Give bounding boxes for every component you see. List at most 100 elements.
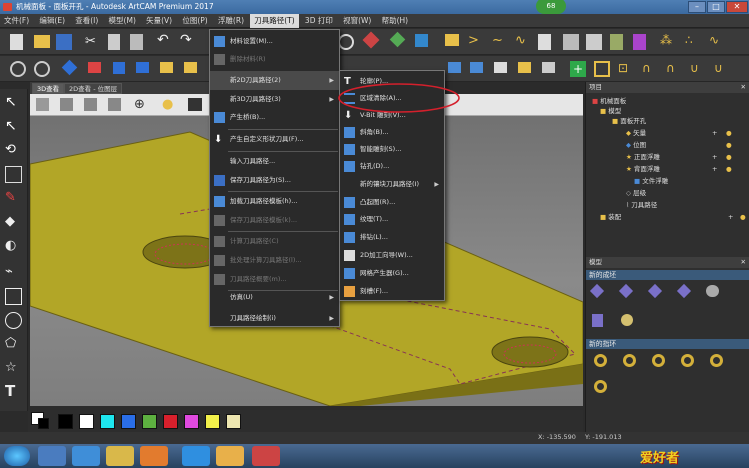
close-button[interactable]: ✕ bbox=[726, 1, 748, 13]
taskbar-media-icon[interactable] bbox=[140, 446, 168, 466]
start-button[interactable] bbox=[4, 446, 30, 466]
maximize-button[interactable]: □ bbox=[707, 1, 725, 13]
tree-item-assembly[interactable]: ■ 装配 + ● bbox=[600, 212, 746, 222]
menu-item-save-toolpath-as[interactable]: 保存刀具路径为(S)... bbox=[210, 171, 339, 190]
taskbar-browser-icon[interactable] bbox=[72, 446, 100, 466]
menu-item-new-2d-toolpath[interactable]: 新2D刀具路径(2) ▶ bbox=[210, 71, 339, 90]
redo-icon[interactable]: ↷ bbox=[180, 32, 196, 48]
taskbar-folder-icon[interactable] bbox=[106, 446, 134, 466]
undo-icon[interactable]: ↶ bbox=[157, 32, 173, 48]
palette-swatch-blue[interactable] bbox=[121, 414, 136, 429]
tree-item-file-relief[interactable]: ■ 文件浮雕 bbox=[634, 176, 668, 186]
submenu-item-line-drilling[interactable]: 排钻(L)... bbox=[340, 228, 444, 247]
ring-2-icon[interactable] bbox=[623, 354, 636, 367]
select-arrow-icon[interactable]: ↖ bbox=[5, 94, 22, 111]
tree-item-front-relief[interactable]: ★ 正面浮雕 + ● bbox=[626, 152, 732, 162]
blank-shape-3-icon[interactable] bbox=[647, 283, 663, 299]
palette-swatch-cream[interactable] bbox=[226, 414, 241, 429]
relief-tool2-icon[interactable] bbox=[470, 62, 483, 73]
relief-shape-icon[interactable] bbox=[184, 62, 197, 73]
taskbar-app-5[interactable] bbox=[182, 446, 210, 466]
view-front-icon[interactable] bbox=[60, 98, 73, 111]
tree-item-bitmaps[interactable]: ◆ 位图 ● bbox=[626, 140, 732, 150]
palette-swatch-yellow[interactable] bbox=[205, 414, 220, 429]
menu-item-load-template[interactable]: 加载刀具路径模板(h)... bbox=[210, 192, 339, 211]
taskbar-app-1[interactable] bbox=[38, 446, 66, 466]
relief-tool-icon[interactable] bbox=[448, 62, 461, 73]
bulb-icon[interactable]: ● bbox=[726, 164, 732, 174]
relief-tool5-icon[interactable] bbox=[542, 62, 555, 73]
add-icon[interactable]: + bbox=[712, 164, 717, 174]
palette-swatch-green[interactable] bbox=[142, 414, 157, 429]
notification-badge[interactable]: 68 bbox=[536, 0, 566, 14]
ring-5-icon[interactable] bbox=[710, 354, 723, 367]
submenu-item-nesting[interactable]: 网格产生器(G)... bbox=[340, 264, 444, 283]
node-icon[interactable]: ∿ bbox=[515, 33, 531, 49]
relief-layer-icon[interactable] bbox=[633, 34, 646, 50]
tree-item-layers[interactable]: ◇ 层级 bbox=[626, 188, 646, 198]
copy-icon[interactable] bbox=[108, 34, 120, 50]
layer-icon[interactable] bbox=[415, 34, 428, 47]
relief-tool4-icon[interactable] bbox=[518, 62, 531, 73]
bulb-icon[interactable]: ● bbox=[740, 212, 746, 222]
tab-3d-view[interactable]: 3D查看 bbox=[32, 83, 65, 94]
grid-icon[interactable] bbox=[563, 34, 579, 50]
blank-shape-5-icon[interactable] bbox=[592, 314, 603, 327]
blank-cylinder-icon[interactable] bbox=[706, 285, 719, 297]
paste-icon[interactable] bbox=[130, 34, 143, 50]
menu-view[interactable]: 查看(I) bbox=[71, 14, 102, 28]
blank-shape-1-icon[interactable] bbox=[589, 283, 605, 299]
add-icon[interactable]: + bbox=[728, 212, 733, 222]
star-icon[interactable]: ☆ bbox=[5, 360, 22, 377]
menu-item-material-setup[interactable]: 材料设置(M)... bbox=[210, 32, 339, 51]
tree-item-panel-holes[interactable]: ■ 面板开孔 bbox=[612, 116, 646, 126]
pencil-icon[interactable]: ✎ bbox=[5, 190, 22, 207]
bulb-icon[interactable]: ● bbox=[726, 152, 732, 162]
curve-icon[interactable]: ~ bbox=[492, 33, 508, 49]
pause-icon[interactable] bbox=[338, 34, 354, 50]
arch-icon[interactable]: ∩ bbox=[642, 61, 658, 77]
relief-smooth-icon[interactable] bbox=[136, 62, 149, 73]
rectangle-icon[interactable] bbox=[5, 288, 22, 305]
cup-icon[interactable]: ∪ bbox=[690, 61, 706, 77]
arch2-icon[interactable]: ∩ bbox=[666, 61, 682, 77]
tab-2d-view[interactable]: 2D查看 - 位图层 bbox=[64, 83, 123, 94]
circle-icon[interactable] bbox=[5, 312, 22, 329]
light-bulb-icon[interactable]: ● bbox=[162, 97, 178, 113]
gear-icon[interactable] bbox=[34, 61, 50, 77]
menu-help[interactable]: 帮助(H) bbox=[378, 14, 413, 28]
submenu-item-2d-wizard[interactable]: 2D加工向导(W)... bbox=[340, 246, 444, 265]
panel-close-icon[interactable]: ✕ bbox=[741, 82, 746, 93]
zoom-icon[interactable]: ⊕ bbox=[134, 97, 150, 113]
blank-shape-4-icon[interactable] bbox=[676, 283, 692, 299]
ring-3-icon[interactable] bbox=[652, 354, 665, 367]
relief-merge-icon[interactable] bbox=[113, 62, 125, 74]
add-icon[interactable]: + bbox=[712, 152, 717, 162]
taskbar-app-7[interactable] bbox=[252, 446, 280, 466]
bulb-icon[interactable]: ● bbox=[726, 140, 732, 150]
menu-vector[interactable]: 矢量(V) bbox=[142, 14, 176, 28]
taskbar-artcam-icon[interactable] bbox=[216, 446, 244, 466]
menu-item-toolpath-drawing[interactable]: 刀具路径绘制(i) ▶ bbox=[210, 309, 339, 328]
menu-3d-print[interactable]: 3D 打印 bbox=[301, 14, 337, 28]
menu-item-simulation[interactable]: 仿真(U) ▶ bbox=[210, 288, 339, 307]
relief-texture-icon[interactable] bbox=[160, 62, 173, 73]
minimize-button[interactable]: – bbox=[688, 1, 706, 13]
menu-item-create-form-tool[interactable]: ⬇ 产生自定义形状刀具(F)... bbox=[210, 130, 339, 149]
polyline-icon[interactable]: ⌁ bbox=[5, 264, 22, 281]
ring-1-icon[interactable] bbox=[594, 354, 607, 367]
tree-item-back-relief[interactable]: ★ 背面浮雕 + ● bbox=[626, 164, 732, 174]
folder-tool-icon[interactable] bbox=[445, 34, 459, 46]
scale-icon[interactable]: ⊡ bbox=[618, 61, 634, 77]
menu-window[interactable]: 视窗(W) bbox=[339, 14, 375, 28]
bulb-icon[interactable]: ● bbox=[726, 128, 732, 138]
cut-icon[interactable]: ✂ bbox=[85, 34, 101, 50]
text-icon[interactable]: T bbox=[5, 382, 22, 400]
group-nodes-icon[interactable]: ⁂ bbox=[660, 33, 676, 49]
eraser-icon[interactable] bbox=[362, 31, 380, 49]
menu-toolpaths[interactable]: 刀具路径(T) bbox=[250, 14, 299, 28]
tree-item-toolpaths[interactable]: ⌇ 刀具路径 bbox=[626, 200, 657, 210]
background-color-swatch[interactable] bbox=[38, 418, 49, 429]
magnet-icon[interactable]: ∪ bbox=[714, 61, 730, 77]
menu-item-create-bridges[interactable]: 产生桥(B)... bbox=[210, 108, 339, 127]
